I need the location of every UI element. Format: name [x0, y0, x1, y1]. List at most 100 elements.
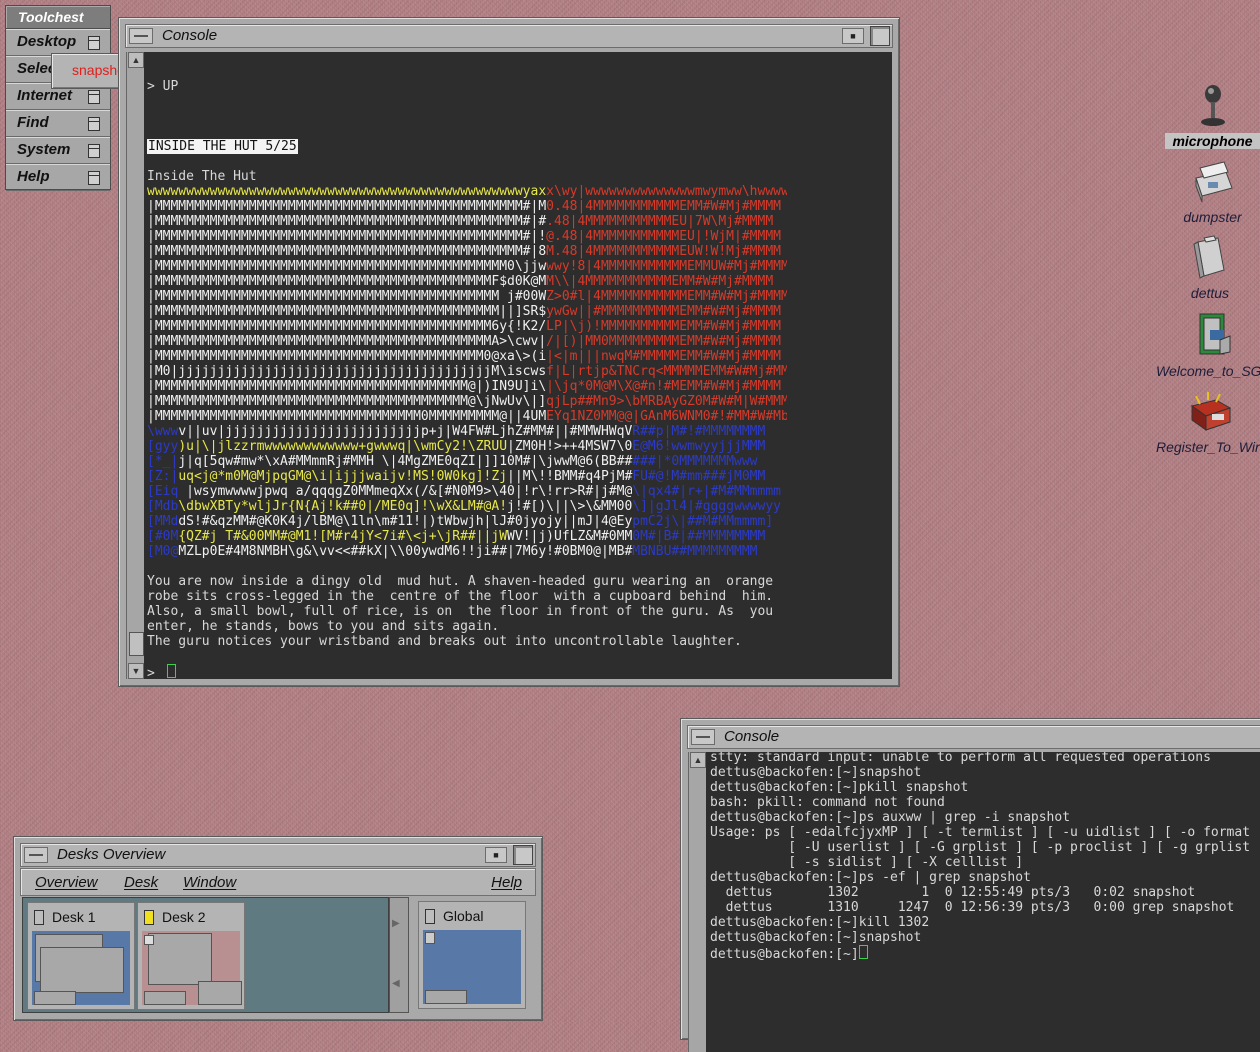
ascii-art-line: [Mdb\dbwXBTy*wljJr{N{Aj!k##0|/ME0q]!\wX&…	[147, 499, 781, 514]
console-titlebar[interactable]: Console ■	[125, 24, 893, 48]
window-menu-button[interactable]	[24, 847, 48, 863]
desktop-icon-dumpster[interactable]: dumpster	[1170, 158, 1255, 225]
scroll-up-arrow[interactable]: ▲	[128, 52, 144, 68]
window-thumbnail	[148, 933, 212, 985]
scroll-up-arrow[interactable]: ▲	[690, 752, 706, 768]
ascii-art-line: |MMMMMMMMMMMMMMMMMMMMMMMMMMMMMMMMMMMMMMM…	[147, 214, 774, 229]
ascii-art-line: |MMMMMMMMMMMMMMMMMMMMMMMMMMMMMMMMMMMMMMM…	[147, 334, 781, 349]
description-line: enter, he stands, bows to you and sits a…	[147, 619, 500, 634]
scrollbar[interactable]: ▲	[688, 752, 706, 1052]
ascii-art-line: [Eiq |wsymwwwwjpwq a/qqqgZ0MMmeqXx(/&[#N…	[147, 484, 781, 499]
terminal-line: bash: pkill: command not found	[710, 795, 945, 810]
window-thumbnail	[425, 932, 435, 944]
ascii-art-line: |MMMMMMMMMMMMMMMMMMMMMMMMMMMMMMMMMMMMMMM…	[147, 274, 774, 289]
desk-1[interactable]: Desk 1	[27, 902, 135, 1010]
scroll-right-arrow[interactable]: ▶	[392, 918, 400, 929]
dumpster-icon	[1194, 161, 1233, 203]
ascii-art-line: [Z:|uq<j@*m0M@MjpqGM@\i|ijjjwaijv!MS!0W0…	[147, 469, 766, 484]
maximize-button[interactable]	[513, 845, 533, 865]
desk-2-preview	[142, 931, 242, 1005]
terminal-output: stty: standard input: unable to perform …	[710, 752, 1250, 962]
ascii-art-line: |MMMMMMMMMMMMMMMMMMMMMMMMMMMMMMMMMMMMMMM…	[147, 319, 781, 334]
window-menu-button[interactable]	[691, 729, 715, 745]
description-line: The guru notices your wristband and brea…	[147, 634, 742, 649]
desk-1-checkbox[interactable]	[34, 910, 44, 925]
terminal-line: Usage: ps [ -edalfcjyxMP ] [ -t termlist…	[710, 825, 1251, 840]
desktop-icon-label: dettus	[1190, 285, 1230, 301]
minimize-button[interactable]: ■	[485, 847, 507, 863]
desks-overview-window: Desks Overview ■ Overview Desk Window He…	[13, 836, 543, 1021]
terminal-line: dettus@backofen:[~]snapshot	[710, 930, 922, 945]
desktop-icon-label: Welcome_to_SGI	[1156, 363, 1260, 379]
desktop-icon-label: Register_To_Win	[1156, 439, 1260, 455]
console-window-secondary: Console ▲ stty: standard input: unable t…	[680, 718, 1260, 1052]
toolchest-item-find[interactable]: Find	[6, 110, 110, 137]
window-thumbnail	[34, 991, 76, 1005]
console-terminal[interactable]: > UP INSIDE THE HUT 5/25 Inside The Hut …	[144, 52, 892, 679]
scrollbar[interactable]: ▲ ▼	[126, 52, 144, 679]
global-preview	[423, 930, 521, 1004]
minimize-button[interactable]: ■	[842, 28, 864, 44]
command-prompt[interactable]: >	[147, 664, 176, 679]
global-checkbox[interactable]	[425, 909, 435, 924]
desktop-icon-microphone[interactable]: microphone	[1165, 82, 1260, 149]
submenu-icon	[88, 117, 100, 131]
scroll-thumb[interactable]	[129, 632, 144, 656]
desks-overview-titlebar[interactable]: Desks Overview ■	[20, 843, 536, 867]
register-box-icon	[1190, 392, 1232, 431]
room-description: You are now inside a dingy old mud hut. …	[147, 574, 773, 649]
ascii-art-line: wwwwwwwwwwwwwwwwwwwwwwwwwwwwwwwwwwwwwwww…	[147, 184, 787, 199]
desk-2-checkbox[interactable]	[144, 910, 154, 925]
desk-1-label: Desk 1	[52, 909, 96, 925]
window-thumbnail	[40, 947, 124, 993]
window-title: Console	[162, 27, 218, 44]
window-title: Desks Overview	[57, 846, 166, 863]
toolchest-item-desktop[interactable]: Desktop	[6, 29, 110, 56]
ascii-art-line: |MMMMMMMMMMMMMMMMMMMMMMMMMMMMMMMMMMMMMMM…	[147, 199, 781, 214]
microphone-icon	[1200, 85, 1225, 126]
desks-scroll[interactable]: ▶ ◀	[389, 897, 409, 1013]
ascii-art-line: |MMMMMMMMMMMMMMMMMMMMMMMMMMMMMMMMMM0MMMM…	[147, 409, 787, 424]
desktop-icon-welcome[interactable]: Welcome_to_SGI	[1150, 310, 1260, 379]
room-banner: INSIDE THE HUT 5/25	[147, 139, 298, 154]
window-thumbnail	[144, 991, 186, 1005]
menu-window[interactable]: Window	[183, 874, 236, 891]
toolchest-item-label: Internet	[17, 87, 73, 104]
ascii-art-line: |MMMMMMMMMMMMMMMMMMMMMMMMMMMMMMMMMMMMMMM…	[147, 244, 781, 259]
desk-2[interactable]: Desk 2	[137, 902, 245, 1010]
ascii-art-line: |MMMMMMMMMMMMMMMMMMMMMMMMMMMMMMMMMMMMMMM…	[147, 259, 787, 274]
desk-1-preview	[32, 931, 130, 1005]
menu-overview[interactable]: Overview	[35, 874, 98, 891]
toolchest-title[interactable]: Toolchest	[6, 6, 110, 29]
scroll-down-arrow[interactable]: ▼	[128, 663, 144, 679]
console-terminal[interactable]: stty: standard input: unable to perform …	[706, 752, 1260, 1052]
ascii-art-line: |MMMMMMMMMMMMMMMMMMMMMMMMMMMMMMMMMMMMMMM…	[147, 304, 781, 319]
global-label: Global	[443, 908, 484, 924]
desks-menubar: Overview Desk Window Help	[20, 868, 536, 896]
menu-help[interactable]: Help	[491, 874, 522, 891]
toolchest-item-system[interactable]: System	[6, 137, 110, 164]
console-window-main: Console ■ ▲ ▼ > UP INSIDE THE HUT 5/25 I…	[118, 17, 900, 687]
terminal-line: dettus@backofen:[~]	[710, 945, 1250, 962]
console-titlebar[interactable]: Console	[687, 725, 1260, 749]
desktop-icon-label: microphone	[1165, 133, 1260, 149]
room-name: Inside The Hut	[147, 169, 257, 184]
terminal-line: dettus@backofen:[~]ps -ef | grep snapsho…	[710, 870, 1031, 885]
submenu-icon	[88, 90, 100, 104]
window-thumbnail	[144, 935, 154, 945]
description-line: You are now inside a dingy old mud hut. …	[147, 574, 774, 589]
desktop-icon-dettus[interactable]: dettus	[1175, 234, 1245, 301]
maximize-button[interactable]	[870, 26, 890, 46]
window-menu-button[interactable]	[129, 28, 153, 44]
menu-desk[interactable]: Desk	[124, 874, 158, 891]
ascii-art-line: |MMMMMMMMMMMMMMMMMMMMMMMMMMMMMMMMMMMMMMM…	[147, 379, 781, 394]
terminal-line: [ -s sidlist ] [ -X celllist ]	[710, 855, 1024, 870]
terminal-line: dettus 1302 1 0 12:55:49 pts/3 0:02 snap…	[710, 885, 1196, 900]
ascii-art-line: [#0M{QZ#j T#&00MM#@M1![M#r4jY<7i#\<j+\jR…	[147, 529, 766, 544]
global-desk[interactable]: Global	[418, 901, 526, 1009]
scroll-left-arrow[interactable]: ◀	[392, 978, 400, 989]
toolchest-item-label: Desktop	[17, 33, 77, 50]
desktop-icon-register[interactable]: Register_To_Win	[1150, 388, 1260, 455]
toolchest-item-help[interactable]: Help	[6, 164, 110, 191]
prompt-symbol: >	[147, 666, 155, 679]
